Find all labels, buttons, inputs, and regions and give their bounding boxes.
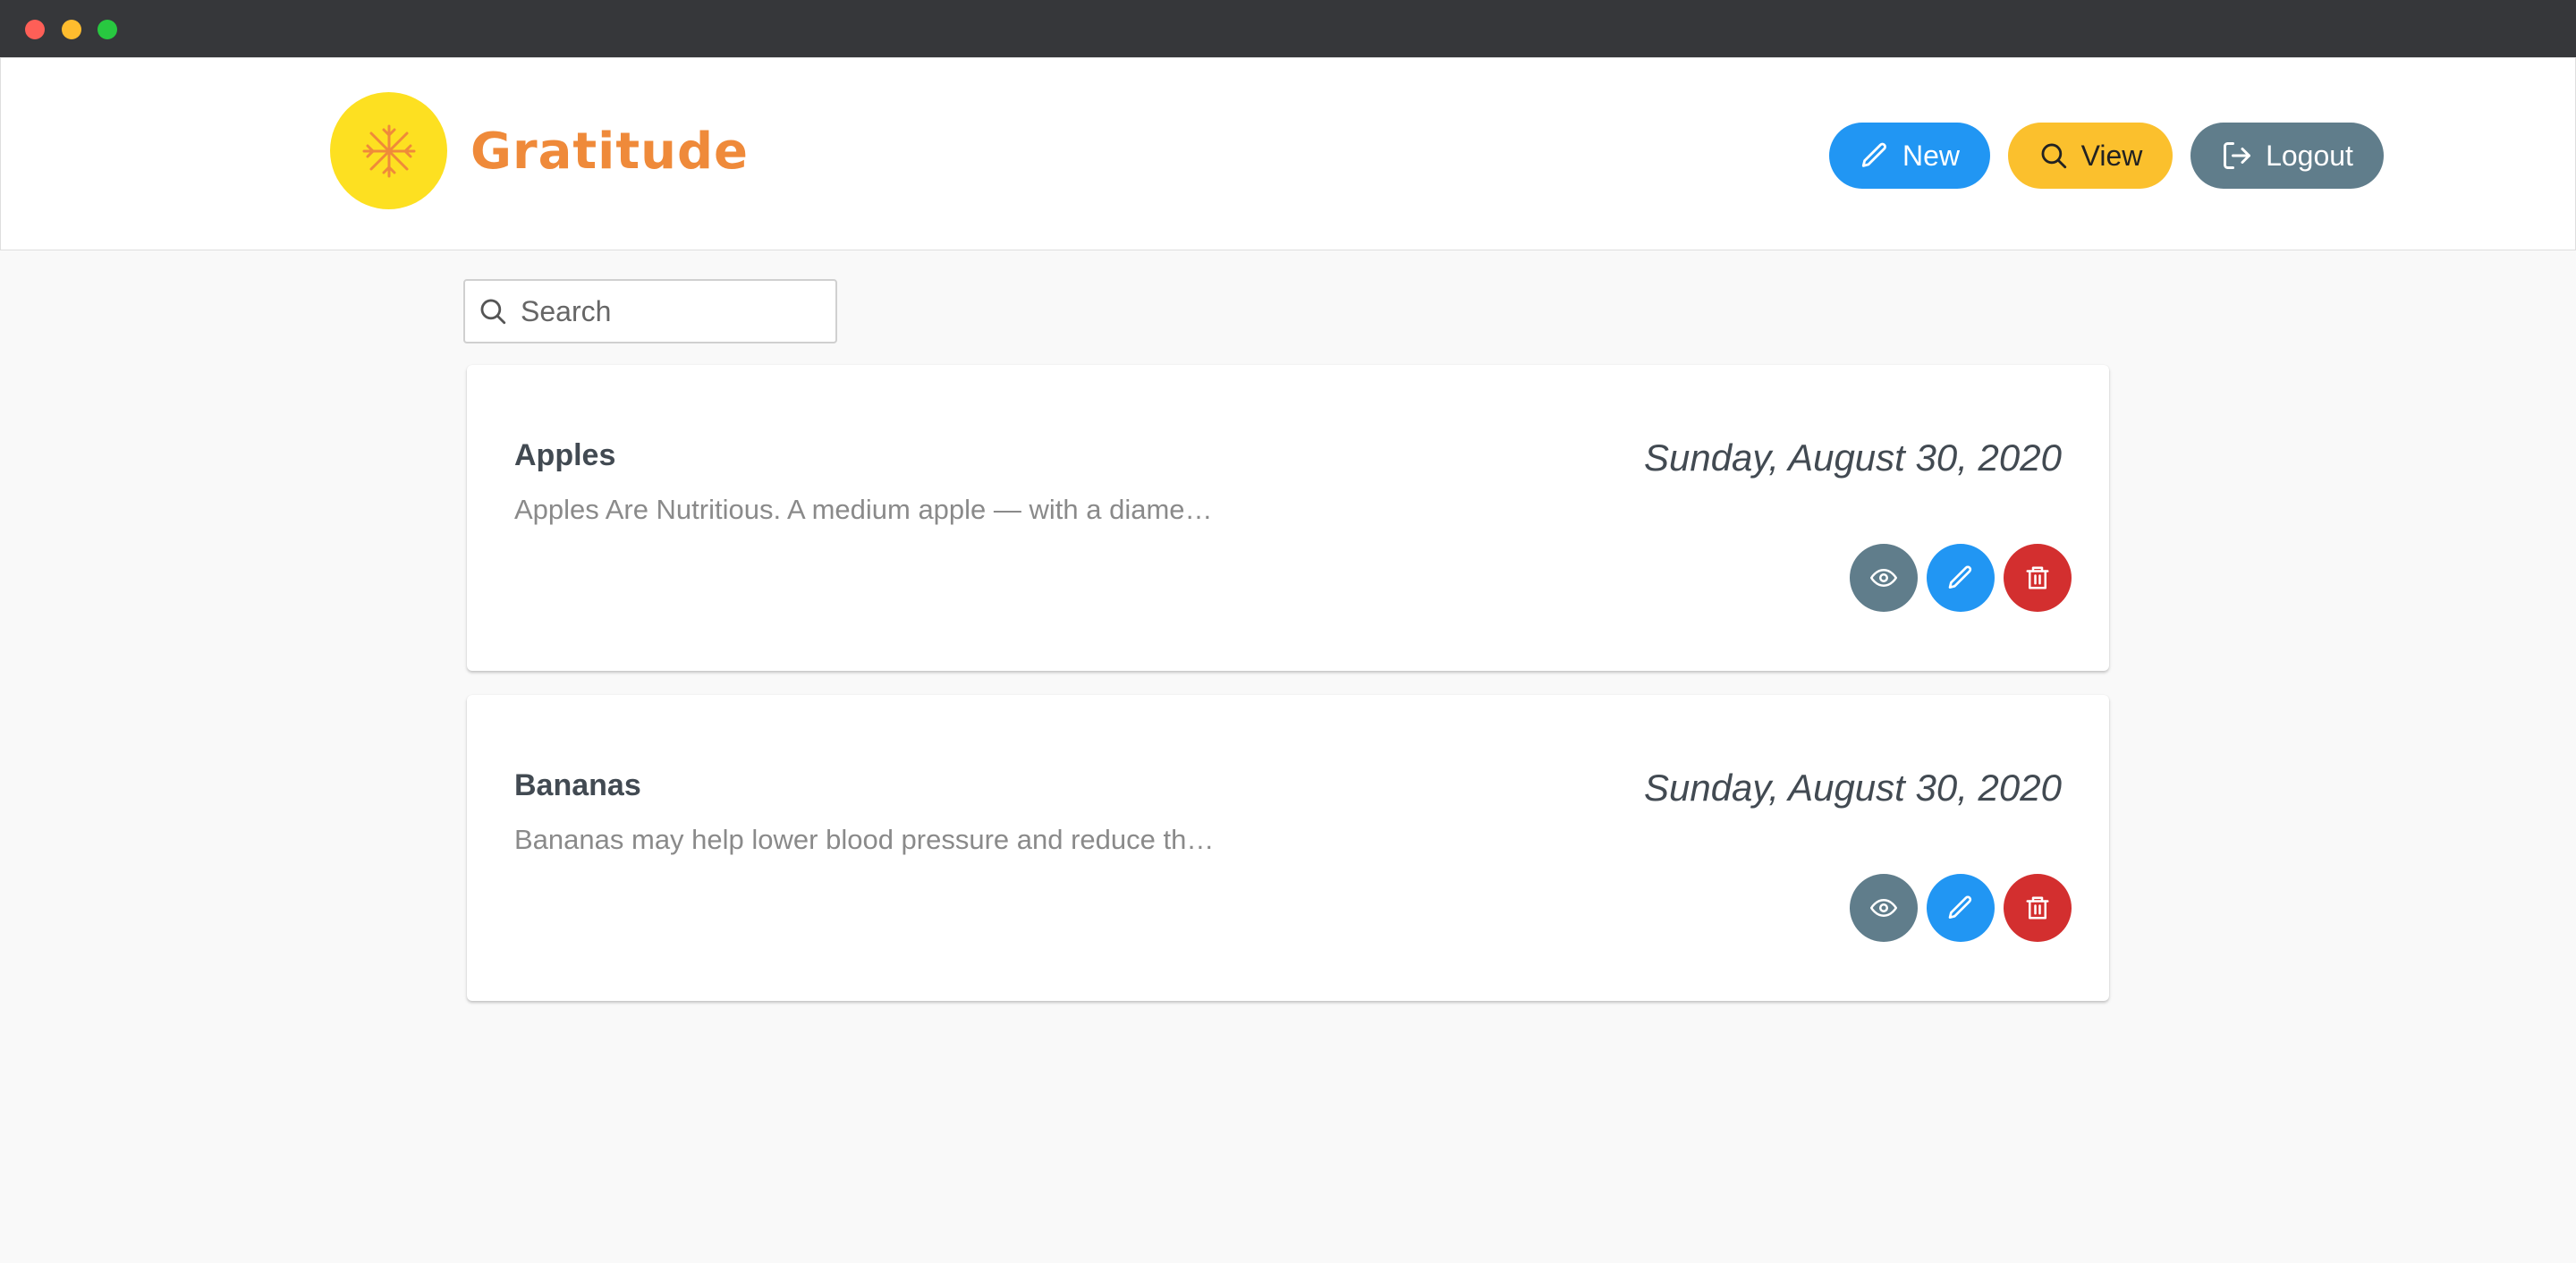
edit-entry-button[interactable]	[1927, 544, 1995, 612]
search-input[interactable]	[521, 294, 825, 328]
logout-icon	[2224, 142, 2251, 169]
view-button-label: View	[2080, 139, 2143, 172]
brand-name[interactable]: Gratitude	[470, 121, 749, 183]
entry-card[interactable]: Apples Apples Are Nutritious. A medium a…	[467, 365, 2109, 671]
search-icon	[480, 299, 506, 325]
top-navbar: Gratitude New View Logout	[0, 57, 2576, 250]
logout-button-label: Logout	[2266, 139, 2353, 172]
delete-entry-button[interactable]	[2004, 874, 2072, 942]
entry-date: Sunday, August 30, 2020	[1643, 437, 2062, 479]
view-button[interactable]: View	[2008, 123, 2173, 189]
edit-entry-button[interactable]	[1927, 874, 1995, 942]
entry-snippet: Apples Are Nutritious. A medium apple — …	[514, 494, 1213, 525]
new-button-label: New	[1902, 139, 1960, 172]
trash-icon	[2026, 566, 2049, 589]
window-titlebar	[0, 0, 2576, 57]
entry-title: Bananas	[514, 768, 641, 802]
pencil-icon	[1948, 565, 1972, 589]
maximize-window-button[interactable]	[97, 20, 117, 39]
logout-button[interactable]: Logout	[2190, 123, 2384, 189]
trash-icon	[2026, 896, 2049, 920]
entry-actions	[1850, 874, 2072, 942]
delete-entry-button[interactable]	[2004, 544, 2072, 612]
entry-date: Sunday, August 30, 2020	[1643, 767, 2062, 809]
search-icon	[2041, 143, 2066, 169]
view-entry-button[interactable]	[1850, 874, 1918, 942]
pencil-icon	[1948, 895, 1972, 919]
eye-icon	[1870, 898, 1897, 918]
logo[interactable]	[330, 92, 447, 209]
entry-actions	[1850, 544, 2072, 612]
close-window-button[interactable]	[25, 20, 45, 39]
entry-title: Apples	[514, 438, 616, 472]
search-bar	[463, 279, 837, 343]
view-entry-button[interactable]	[1850, 544, 1918, 612]
pencil-icon	[1861, 142, 1886, 167]
minimize-window-button[interactable]	[62, 20, 81, 39]
entry-snippet: Bananas may help lower blood pressure an…	[514, 824, 1215, 855]
eye-icon	[1870, 568, 1897, 588]
entry-card[interactable]: Bananas Bananas may help lower blood pre…	[467, 695, 2109, 1001]
snowflake-icon	[362, 124, 415, 177]
new-button[interactable]: New	[1829, 123, 1990, 189]
